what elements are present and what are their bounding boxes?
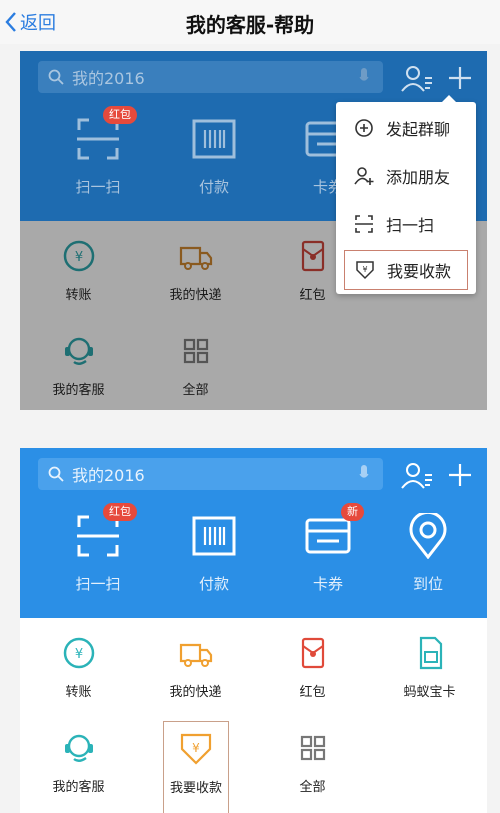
red-envelope-label: 红包: [299, 685, 326, 700]
scan-badge: 红包: [103, 503, 137, 521]
coupon-badge: 新: [341, 503, 364, 521]
scan-badge: 红包: [103, 106, 137, 124]
grid-item-receive-money[interactable]: ¥ 我要收款: [163, 721, 229, 813]
red-envelope-icon: [301, 637, 324, 669]
group-chat-icon: [355, 119, 373, 137]
truck-icon: [179, 643, 212, 667]
svg-text:¥: ¥: [74, 647, 82, 662]
all-label: 全部: [299, 780, 326, 795]
card-icon: [305, 518, 351, 554]
search-placeholder: 我的2016: [72, 69, 145, 88]
scan-label: 扫一扫: [75, 178, 121, 196]
microphone-icon[interactable]: [359, 465, 369, 483]
menu-item-label: 我要收款: [387, 262, 452, 281]
receive-money-icon: ¥: [356, 261, 374, 280]
menu-item-scan[interactable]: 扫一扫: [344, 204, 468, 244]
header-area: 我的2016 红包 扫一扫 付款 新: [20, 448, 487, 618]
scan-label: 扫一扫: [75, 575, 121, 593]
scan-button[interactable]: 红包 扫一扫: [39, 106, 157, 197]
grid-item-transfer[interactable]: ¥ 转账: [20, 221, 137, 316]
add-friend-icon: [354, 167, 374, 185]
menu-item-add-friend[interactable]: 添加朋友: [344, 156, 468, 196]
microphone-icon[interactable]: [359, 68, 369, 86]
page-title: 我的客服-帮助: [185, 13, 315, 37]
search-input[interactable]: 我的2016: [38, 61, 383, 93]
sim-card-icon: [419, 636, 442, 670]
scan-icon: [355, 215, 373, 233]
barcode-icon: [192, 516, 236, 556]
truck-icon: [179, 246, 212, 270]
pay-label: 付款: [198, 178, 229, 196]
grid-icon: [300, 735, 325, 761]
grid-item-all[interactable]: 全部: [137, 316, 254, 410]
location-icon: [409, 510, 447, 560]
express-label: 我的快递: [169, 288, 222, 303]
menu-item-label: 扫一扫: [386, 216, 435, 235]
grid-item-express[interactable]: 我的快递: [137, 221, 254, 316]
svg-text:¥: ¥: [362, 265, 367, 274]
contacts-icon[interactable]: [400, 64, 434, 94]
all-label: 全部: [182, 383, 209, 398]
search-icon: [48, 466, 64, 482]
ant-card-label: 蚂蚁宝卡: [403, 685, 456, 700]
receive-money-label: 我要收款: [169, 781, 222, 796]
transfer-label: 转账: [65, 685, 92, 700]
search-icon: [48, 69, 64, 85]
grid-item-customer-service[interactable]: 我的客服: [20, 316, 137, 410]
pay-button[interactable]: 付款: [155, 116, 273, 197]
express-label: 我的快递: [169, 685, 222, 700]
pay-button[interactable]: 付款: [155, 513, 273, 594]
grid-icon: [183, 338, 208, 364]
grid-item-customer-service[interactable]: 我的客服: [20, 713, 137, 808]
customer-service-icon: [64, 734, 93, 762]
arrival-label: 到位: [412, 575, 443, 593]
menu-item-label: 添加朋友: [386, 168, 451, 187]
menu-item-group-chat[interactable]: 发起群聊: [344, 108, 468, 148]
search-input[interactable]: 我的2016: [38, 458, 383, 490]
search-placeholder: 我的2016: [72, 466, 145, 485]
customer-service-label: 我的客服: [52, 383, 105, 398]
nav-bar: 返回 我的客服-帮助: [0, 0, 500, 44]
grid-item-red-envelope[interactable]: 红包: [254, 618, 371, 713]
menu-item-label: 发起群聊: [386, 120, 451, 139]
transfer-icon: ¥: [63, 240, 94, 272]
grid-item-transfer[interactable]: ¥ 转账: [20, 618, 137, 713]
pay-label: 付款: [198, 575, 229, 593]
grid-item-all[interactable]: 全部: [254, 713, 371, 808]
arrival-button[interactable]: 到位: [369, 510, 487, 594]
receive-money-icon: ¥: [180, 733, 212, 765]
scan-button[interactable]: 红包 扫一扫: [39, 503, 157, 594]
svg-text:¥: ¥: [192, 741, 200, 755]
plus-popup-menu: 发起群聊 添加朋友 扫一扫 ¥ 我要收款: [336, 95, 476, 294]
customer-service-label: 我的客服: [52, 780, 105, 795]
red-envelope-icon: [301, 240, 324, 272]
grid-item-express[interactable]: 我的快递: [137, 618, 254, 713]
transfer-label: 转账: [65, 288, 92, 303]
contacts-icon[interactable]: [400, 461, 434, 491]
barcode-icon: [192, 119, 236, 159]
menu-item-receive-money[interactable]: ¥ 我要收款: [344, 250, 468, 290]
plus-icon[interactable]: [448, 66, 472, 90]
screenshot-home: 我的2016 红包 扫一扫 付款 新 卡券 到位 ¥ 转账 我的快递 红包 蚂蚁…: [20, 448, 487, 813]
plus-icon[interactable]: [448, 463, 472, 487]
grid-item-ant-card[interactable]: 蚂蚁宝卡: [371, 618, 487, 713]
transfer-icon: ¥: [63, 637, 94, 669]
customer-service-icon: [64, 337, 93, 365]
svg-text:¥: ¥: [74, 250, 82, 265]
